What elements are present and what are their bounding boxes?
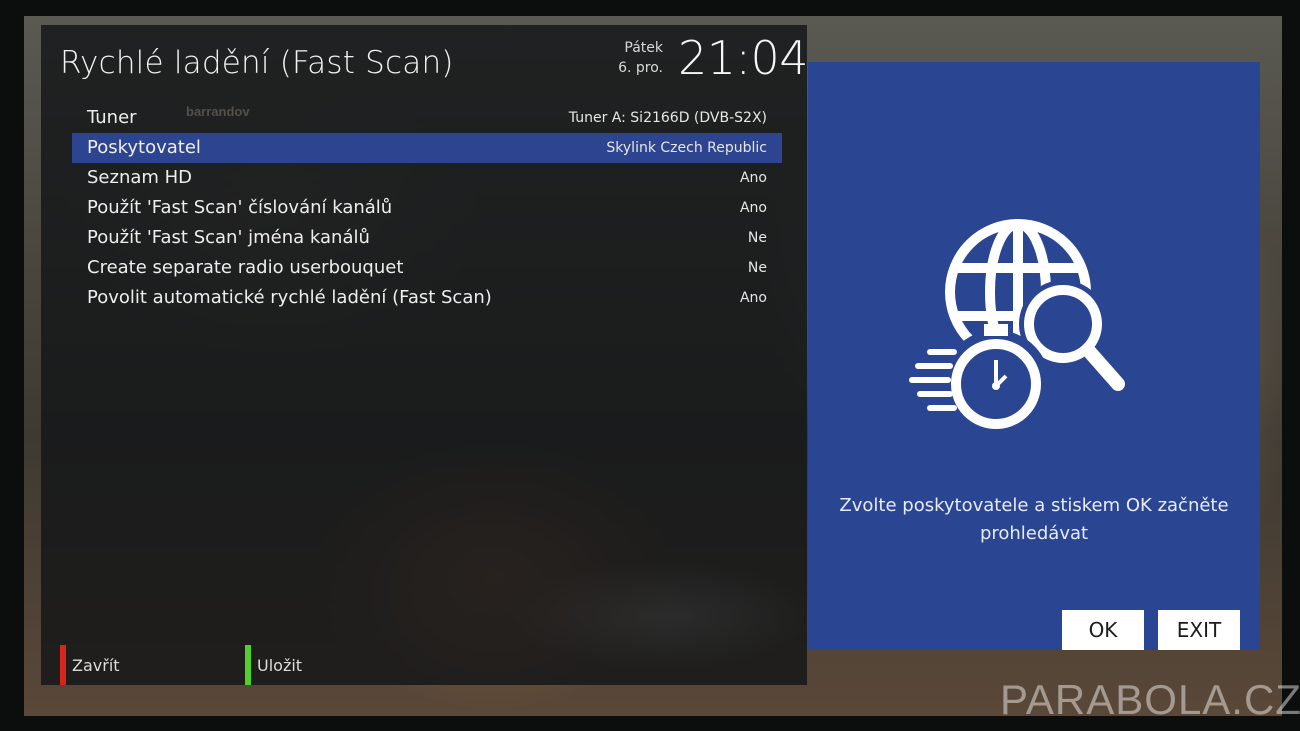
close-key-label: Zavřít xyxy=(72,655,120,675)
setting-label: Create separate radio userbouquet xyxy=(87,257,404,278)
clock-time: 21:04 xyxy=(678,31,809,85)
fast-scan-panel: Rychlé ladění (Fast Scan) barrandov Páte… xyxy=(41,25,809,685)
info-panel: Zvolte poskytovatele a stiskem OK začnět… xyxy=(808,62,1260,650)
save-key[interactable]: Uložit xyxy=(245,645,302,685)
setting-row-radio-bouquet[interactable]: Create separate radio userbouquet Ne xyxy=(72,253,782,283)
setting-value: Skylink Czech Republic xyxy=(606,140,767,156)
page-title: Rychlé ladění (Fast Scan) xyxy=(60,45,454,81)
close-key[interactable]: Zavřít xyxy=(60,645,120,685)
save-key-label: Uložit xyxy=(257,655,303,675)
setting-row-channel-numbering[interactable]: Použít 'Fast Scan' číslování kanálů Ano xyxy=(72,193,782,223)
red-key-indicator xyxy=(60,645,66,685)
clock-day: Pátek xyxy=(624,40,663,56)
green-key-indicator xyxy=(245,645,251,685)
settings-list: Tuner Tuner A: Si2166D (DVB-S2X) Poskyto… xyxy=(72,103,782,313)
setting-row-auto-scan[interactable]: Povolit automatické rychlé ladění (Fast … xyxy=(72,283,782,313)
setting-label: Tuner xyxy=(87,107,137,128)
setting-label: Seznam HD xyxy=(87,167,193,188)
setting-value: Tuner A: Si2166D (DVB-S2X) xyxy=(568,110,767,126)
setting-row-channel-names[interactable]: Použít 'Fast Scan' jména kanálů Ne xyxy=(72,223,782,253)
setting-label: Použít 'Fast Scan' číslování kanálů xyxy=(87,197,393,218)
setting-row-provider[interactable]: Poskytovatel Skylink Czech Republic xyxy=(72,133,782,163)
setting-row-tuner[interactable]: Tuner Tuner A: Si2166D (DVB-S2X) xyxy=(72,103,782,133)
watermark: PARABOLA.CZ xyxy=(1000,676,1300,723)
setting-value: Ne xyxy=(747,260,767,276)
setting-label: Povolit automatické rychlé ladění (Fast … xyxy=(87,287,492,308)
setting-label: Poskytovatel xyxy=(87,137,201,158)
clock-date-text: 6. pro. xyxy=(618,60,663,76)
setting-value: Ne xyxy=(747,230,767,246)
setting-value: Ano xyxy=(739,290,767,306)
clock-date: Pátek 6. pro. xyxy=(611,38,663,78)
setting-value: Ano xyxy=(739,200,767,216)
exit-button[interactable]: EXIT xyxy=(1158,610,1240,650)
setting-value: Ano xyxy=(739,170,767,186)
info-text: Zvolte poskytovatele a stiskem OK začnět… xyxy=(839,495,1229,544)
ok-button[interactable]: OK xyxy=(1062,610,1144,650)
setting-label: Použít 'Fast Scan' jména kanálů xyxy=(87,227,370,248)
setting-row-hd-list[interactable]: Seznam HD Ano xyxy=(72,163,782,193)
globe-stopwatch-search-icon xyxy=(909,219,1125,432)
